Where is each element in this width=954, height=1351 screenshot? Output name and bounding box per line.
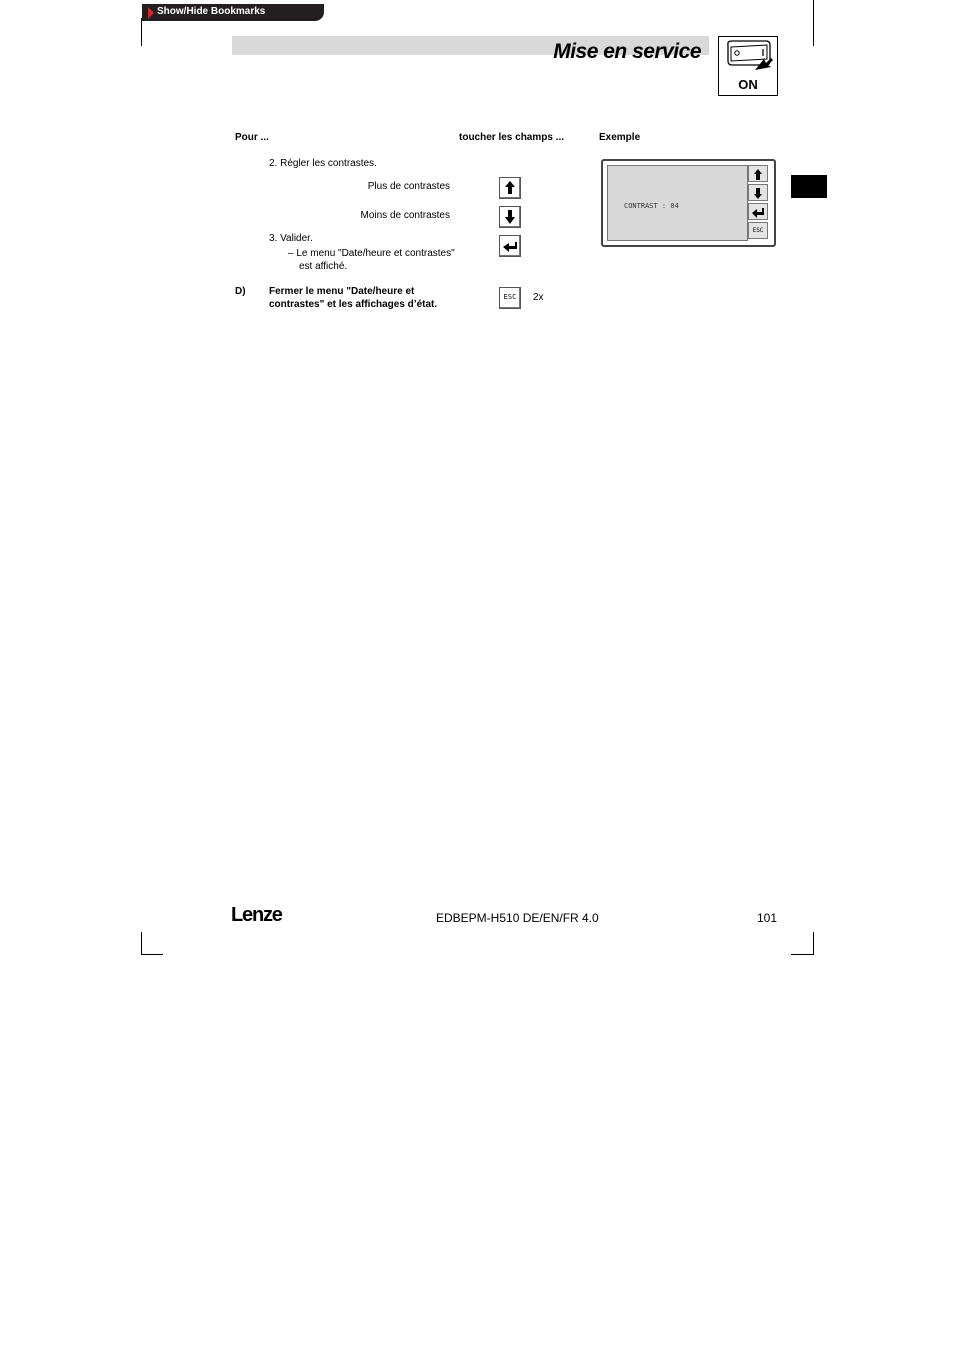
more-contrast-label: Plus de contrastes — [367, 181, 450, 192]
step-d-label: D) — [235, 286, 246, 297]
up-key[interactable] — [499, 177, 521, 199]
lcd-up-key — [748, 165, 768, 182]
step-3-text: 3. Valider. — [269, 233, 313, 244]
esc-key-label: ESC — [503, 293, 517, 301]
power-on-badge: ON — [718, 36, 778, 96]
page-title: Mise en service — [553, 40, 701, 63]
column-header-toucher: toucher les champs ... — [459, 132, 565, 143]
lcd-screen: CONTRAST : 04 — [607, 165, 748, 241]
lcd-text: CONTRAST : 04 — [624, 202, 679, 210]
step-3-note-line-2: est affiché. — [299, 261, 348, 272]
bookmarks-label: Show/Hide Bookmarks — [157, 6, 266, 17]
show-hide-bookmarks-button[interactable]: Show/Hide Bookmarks — [142, 4, 324, 21]
document-code: EDBEPM-H510 DE/EN/FR 4.0 — [436, 911, 599, 925]
enter-icon — [503, 242, 517, 252]
column-header-exemple: Exemple — [599, 132, 641, 143]
lenze-logo: Lenze — [231, 904, 283, 926]
crop-mark-bottom-right-v — [813, 932, 814, 954]
crop-mark-bottom-right-h — [791, 954, 814, 955]
step-2-text: 2. Régler les contrastes. — [269, 158, 377, 169]
crop-mark-top-left — [141, 18, 142, 46]
arrow-up-icon — [505, 181, 515, 194]
lcd-esc-label: ESC — [752, 227, 764, 234]
step-3-note-line-1: – Le menu "Date/heure et contrastes" — [288, 248, 455, 259]
lcd-enter-key — [748, 203, 768, 220]
less-contrast-label: Moins de contrastes — [360, 210, 451, 221]
bookmark-arrow-icon — [148, 7, 154, 19]
lcd-esc-key: ESC — [748, 222, 768, 239]
arrow-up-icon — [754, 169, 762, 180]
keypad-display-example: CONTRAST : 04 ESC — [601, 159, 776, 247]
enter-icon — [752, 208, 764, 218]
crop-mark-bottom-left-h — [141, 954, 163, 955]
column-header-pour: Pour ... — [235, 132, 269, 143]
crop-mark-top-right — [813, 0, 814, 46]
step-d-text-line-1: Fermer le menu "Date/heure et — [269, 286, 415, 297]
lcd-keypad: ESC — [748, 165, 768, 239]
lcd-down-key — [748, 184, 768, 201]
power-switch-icon — [727, 40, 773, 70]
crop-mark-bottom-left-v — [141, 932, 142, 954]
arrow-down-icon — [754, 188, 762, 199]
chapter-tab — [791, 175, 827, 198]
esc-key[interactable]: ESC — [499, 287, 521, 309]
on-label: ON — [738, 77, 758, 92]
page-number: 101 — [757, 911, 778, 925]
arrow-down-icon — [505, 210, 515, 224]
down-key[interactable] — [499, 206, 521, 228]
enter-key[interactable] — [499, 235, 521, 257]
repeat-count: 2x — [533, 292, 544, 303]
step-d-text-line-2: contrastes" et les affichages d’état. — [269, 299, 438, 310]
